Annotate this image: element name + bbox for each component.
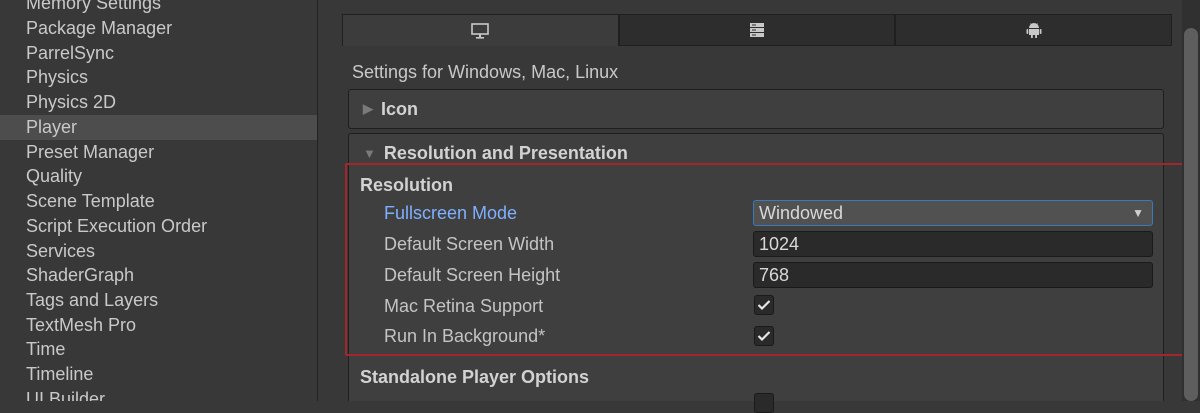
- default-screen-height-field[interactable]: 768: [753, 262, 1153, 288]
- icon-foldout-label: Icon: [381, 98, 419, 119]
- mac-retina-support-checkbox[interactable]: [754, 295, 774, 315]
- default-screen-width-label: Default Screen Width: [384, 234, 555, 254]
- scrollbar-thumb[interactable]: [1184, 28, 1198, 401]
- monitor-icon: [471, 22, 490, 39]
- sidebar-item-ui-builder[interactable]: UI Builder: [0, 387, 317, 401]
- fullscreen-mode-label: Fullscreen Mode: [384, 203, 518, 223]
- sidebar-item-package-manager[interactable]: Package Manager: [0, 16, 317, 41]
- sidebar-item-time[interactable]: Time: [0, 337, 317, 362]
- sidebar-item-quality[interactable]: Quality: [0, 164, 317, 189]
- standalone-player-options-heading: Standalone Player Options: [360, 367, 590, 387]
- settings-sidebar: Memory Settings Package Manager ParrelSync…: [0, 0, 318, 401]
- sidebar-item-physics[interactable]: Physics: [0, 65, 317, 90]
- triangle-down-icon: ▼: [363, 145, 376, 161]
- icon-foldout[interactable]: ▶ Icon: [348, 89, 1164, 129]
- dropdown-arrow-icon: ▼: [1132, 206, 1144, 220]
- checkmark-icon: [757, 331, 771, 342]
- platform-settings-label: Settings for Windows, Mac, Linux: [352, 62, 619, 82]
- tab-dedicated-server[interactable]: [618, 14, 896, 46]
- platform-tabs: [342, 14, 1173, 46]
- server-icon: [750, 23, 764, 37]
- sidebar-item-physics-2d[interactable]: Physics 2D: [0, 90, 317, 115]
- fullscreen-mode-value: Windowed: [759, 203, 844, 223]
- android-icon: [1026, 23, 1042, 38]
- fullscreen-mode-dropdown[interactable]: Windowed ▼: [753, 200, 1153, 226]
- triangle-right-icon: ▶: [363, 101, 373, 116]
- resolution-presentation-foldout[interactable]: ▼ Resolution and Presentation: [349, 134, 1163, 172]
- tab-android[interactable]: [895, 14, 1173, 46]
- sidebar-item-script-execution-order[interactable]: Script Execution Order: [0, 214, 317, 239]
- standalone-option-checkbox[interactable]: [754, 393, 774, 413]
- sidebar-item-memory-settings[interactable]: Memory Settings: [0, 0, 317, 16]
- mac-retina-support-label: Mac Retina Support: [384, 296, 544, 316]
- sidebar-item-timeline[interactable]: Timeline: [0, 362, 317, 387]
- default-screen-width-field[interactable]: 1024: [753, 231, 1153, 257]
- checkmark-icon: [757, 300, 771, 311]
- default-screen-height-label: Default Screen Height: [384, 265, 561, 285]
- sidebar-item-tags-and-layers[interactable]: Tags and Layers: [0, 288, 317, 313]
- tab-standalone[interactable]: [342, 14, 619, 46]
- resolution-heading: Resolution: [360, 175, 453, 195]
- sidebar-item-player[interactable]: Player: [0, 114, 317, 140]
- sidebar-item-parrelsync[interactable]: ParrelSync: [0, 41, 317, 66]
- sidebar-item-shadergraph[interactable]: ShaderGraph: [0, 263, 317, 288]
- player-settings-panel: Settings for Windows, Mac, Linux ▶ Icon …: [318, 0, 1200, 413]
- run-in-background-label: Run In Background*: [384, 326, 546, 346]
- sidebar-item-textmesh-pro[interactable]: TextMesh Pro: [0, 313, 317, 338]
- sidebar-item-services[interactable]: Services: [0, 239, 317, 264]
- run-in-background-checkbox[interactable]: [754, 326, 774, 346]
- sidebar-item-preset-manager[interactable]: Preset Manager: [0, 140, 317, 165]
- sidebar-item-scene-template[interactable]: Scene Template: [0, 189, 317, 214]
- resolution-presentation-label: Resolution and Presentation: [383, 142, 628, 163]
